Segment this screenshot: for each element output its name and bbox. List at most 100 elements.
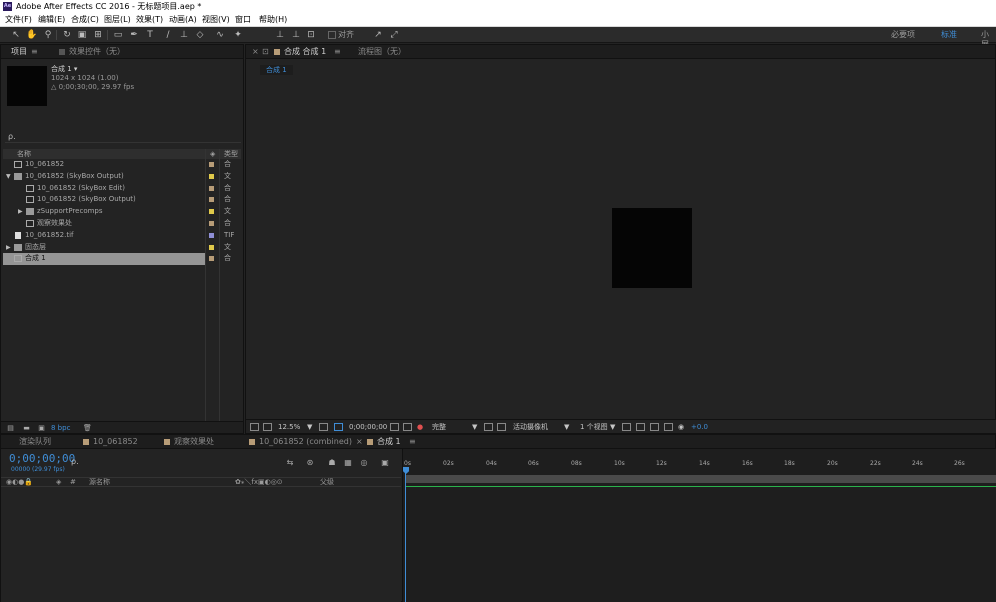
eraser-tool-icon[interactable]: ◇ bbox=[194, 29, 206, 41]
list-item[interactable]: 10_061852 (SkyBox Edit) 合 bbox=[3, 183, 241, 195]
list-item-selected[interactable]: 合成 1 bbox=[3, 253, 205, 266]
menu-view[interactable]: 视图(V) bbox=[202, 14, 230, 26]
snapshot-icon[interactable] bbox=[390, 423, 399, 431]
source-name-column[interactable]: 源名称 bbox=[89, 478, 110, 487]
pan-behind-tool-icon[interactable]: ⊞ bbox=[92, 29, 104, 41]
interpret-footage-icon[interactable]: ▤ bbox=[6, 424, 15, 432]
label-column-icon[interactable]: ◈ bbox=[210, 149, 215, 159]
views-dropdown[interactable]: 1 个视图 bbox=[580, 422, 608, 432]
clone-stamp-tool-icon[interactable]: ⊥ bbox=[178, 29, 190, 41]
snap-icon[interactable]: ↗ bbox=[372, 29, 384, 41]
layer-number-column[interactable]: # bbox=[70, 478, 76, 487]
trash-icon[interactable]: 🗑 bbox=[83, 424, 92, 432]
twirl-open-icon[interactable]: ▼ bbox=[6, 171, 11, 183]
zoom-chevron-down-icon[interactable]: ▼ bbox=[307, 422, 312, 432]
menu-animation[interactable]: 动画(A) bbox=[169, 14, 197, 26]
list-item[interactable]: 10_061852 (SkyBox Output) 合 bbox=[3, 194, 241, 206]
graph-editor-icon[interactable]: ▣ bbox=[380, 458, 390, 467]
layer-switches-icon[interactable]: ✿⁎＼fx▣◐◎⊙ bbox=[235, 478, 283, 487]
tab-render-queue[interactable]: 渲染队列 bbox=[19, 437, 51, 447]
close-icon[interactable]: × bbox=[252, 47, 259, 57]
type-tool-icon[interactable]: T bbox=[144, 29, 156, 41]
roi-icon[interactable] bbox=[484, 423, 493, 431]
panel-menu-icon[interactable]: ≡ bbox=[334, 47, 341, 57]
lock-icon[interactable]: ⊡ bbox=[262, 47, 269, 57]
tab-comp-observe[interactable]: 观察效果处 bbox=[164, 437, 214, 447]
tab-composition[interactable]: 合成 合成 1 bbox=[274, 47, 326, 57]
flowchart-icon[interactable] bbox=[664, 423, 673, 431]
label-color-swatch[interactable] bbox=[209, 256, 214, 261]
pen-tool-icon[interactable]: ✒ bbox=[128, 29, 140, 41]
comp-info-name[interactable]: 合成 1 ▾ bbox=[51, 65, 134, 74]
axis-world-icon[interactable]: ⊥ bbox=[290, 29, 302, 41]
axis-view-icon[interactable]: ⊡ bbox=[305, 29, 317, 41]
work-area-bar[interactable] bbox=[406, 475, 996, 483]
draft-3d-icon[interactable]: ⊛ bbox=[305, 458, 315, 467]
menu-edit[interactable]: 编辑(E) bbox=[38, 14, 65, 26]
reset-exposure-icon[interactable]: ◉ bbox=[678, 422, 684, 432]
camera-tool-icon[interactable]: ▣ bbox=[76, 29, 88, 41]
timeline-icon[interactable] bbox=[650, 423, 659, 431]
resolution-dropdown[interactable]: 完整 bbox=[432, 422, 446, 432]
close-icon[interactable]: × bbox=[356, 437, 363, 447]
label-color-swatch[interactable] bbox=[209, 232, 214, 238]
views-chevron-down-icon[interactable]: ▼ bbox=[610, 422, 615, 432]
transparency-grid-icon[interactable] bbox=[497, 423, 506, 431]
new-folder-icon[interactable]: ▬ bbox=[22, 424, 31, 432]
mask-visibility-icon[interactable] bbox=[334, 423, 343, 431]
twirl-closed-icon[interactable]: ▶ bbox=[6, 242, 11, 254]
brush-tool-icon[interactable]: ∕ bbox=[162, 29, 174, 41]
project-search-input[interactable]: ρ. bbox=[5, 131, 241, 143]
list-item[interactable]: 10_061852.tif TIF bbox=[3, 230, 241, 242]
time-graph-area[interactable]: 0s 02s 04s 06s 08s 10s 12s 14s 16s 18s 2… bbox=[402, 449, 996, 602]
tab-flowchart[interactable]: 流程图（无） bbox=[358, 47, 406, 57]
twirl-closed-icon[interactable]: ▶ bbox=[18, 206, 23, 218]
label-color-swatch[interactable] bbox=[209, 220, 214, 226]
always-preview-icon[interactable] bbox=[250, 423, 259, 431]
list-item[interactable]: 观察效果处 合 bbox=[3, 218, 241, 230]
panel-menu-icon[interactable]: ≡ bbox=[31, 47, 38, 57]
column-name[interactable]: 名称 bbox=[17, 149, 31, 159]
label-column-icon[interactable]: ◈ bbox=[56, 478, 61, 487]
label-color-swatch[interactable] bbox=[209, 209, 214, 215]
list-item[interactable]: ▼ 10_061852 (SkyBox Output) 文 bbox=[3, 171, 241, 183]
comp-canvas[interactable] bbox=[612, 208, 692, 288]
align-checkbox[interactable] bbox=[328, 31, 336, 39]
shy-layers-icon[interactable]: ☗ bbox=[327, 458, 337, 467]
exposure-value[interactable]: +0.0 bbox=[691, 422, 708, 432]
tab-effect-controls[interactable]: 效果控件（无） bbox=[59, 47, 125, 57]
toggle-pixel-aspect-icon[interactable] bbox=[622, 423, 631, 431]
hand-tool-icon[interactable]: ✋ bbox=[26, 29, 38, 41]
menu-window[interactable]: 窗口 bbox=[235, 14, 251, 26]
tab-comp-combined[interactable]: 10_061852 (combined) bbox=[249, 437, 352, 447]
axis-local-icon[interactable]: ⊥ bbox=[274, 29, 286, 41]
menu-help[interactable]: 帮助(H) bbox=[259, 14, 287, 26]
show-snapshot-icon[interactable] bbox=[403, 423, 412, 431]
list-item[interactable]: 10_061852 合 bbox=[3, 159, 241, 171]
region-icon[interactable] bbox=[263, 423, 272, 431]
zoom-tool-icon[interactable]: ⚲ bbox=[42, 29, 54, 41]
av-switches-icon[interactable]: ◉◐●🔒 bbox=[6, 478, 33, 487]
rotate-tool-icon[interactable]: ↻ bbox=[61, 29, 73, 41]
camera-chevron-down-icon[interactable]: ▼ bbox=[564, 422, 569, 432]
rectangle-tool-icon[interactable]: ▭ bbox=[112, 29, 124, 41]
frame-blending-icon[interactable]: ▦ bbox=[343, 458, 353, 467]
fast-previews-icon[interactable] bbox=[636, 423, 645, 431]
channels-icon[interactable]: ● bbox=[417, 422, 423, 432]
menu-effect[interactable]: 效果(T) bbox=[136, 14, 163, 26]
motion-blur-icon[interactable]: ◎ bbox=[359, 458, 369, 467]
column-type[interactable]: 类型 bbox=[224, 149, 238, 159]
layer-list-area[interactable] bbox=[1, 487, 401, 602]
new-composition-icon[interactable]: ▣ bbox=[37, 424, 46, 432]
label-color-swatch[interactable] bbox=[209, 197, 214, 203]
title-safe-icon[interactable] bbox=[319, 423, 328, 431]
label-color-swatch[interactable] bbox=[209, 244, 214, 250]
puppet-tool-icon[interactable]: ✦ bbox=[232, 29, 244, 41]
resolution-chevron-down-icon[interactable]: ▼ bbox=[472, 422, 477, 432]
list-item[interactable]: ▶ zSupportPrecomps 文 bbox=[3, 206, 241, 218]
zoom-dropdown[interactable]: 12.5% bbox=[278, 422, 300, 432]
workspace-standard[interactable]: 标准 bbox=[941, 30, 957, 40]
tab-comp-10-061852[interactable]: 10_061852 bbox=[83, 437, 138, 447]
roto-brush-tool-icon[interactable]: ∿ bbox=[214, 29, 226, 41]
current-time-display[interactable]: 0;00;00;00 bbox=[349, 422, 387, 432]
